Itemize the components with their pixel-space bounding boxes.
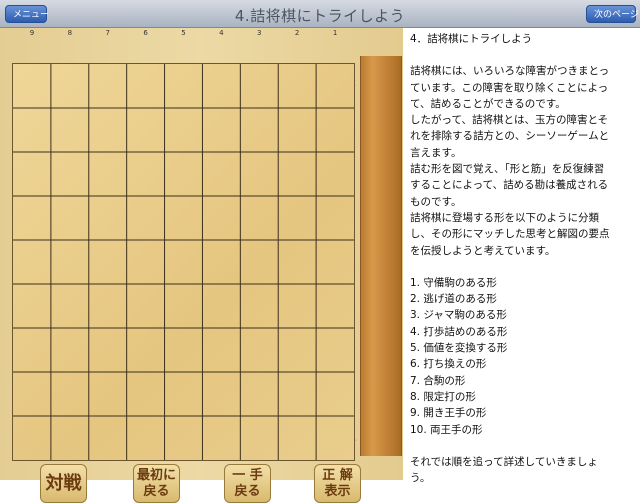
paragraph-line: し、その形にマッチした思考と解図の要点 [410,228,610,241]
file-number: 8 [67,29,73,37]
list-item: 3. ジャマ駒のある形 [410,309,507,322]
show-answer-button[interactable]: 正 解 表示 [314,464,361,503]
paragraph-line: 言えます。 [410,146,462,159]
list-item: 5. 価値を変換する形 [410,342,508,355]
shogi-board[interactable] [12,63,355,461]
lesson-heading: 4．詰将棋にトライしよう [410,33,533,45]
paragraph-line: 詰将棋には、いろいろな障害がつきまとっ [410,65,610,78]
show-answer-line2: 表示 [324,484,351,499]
next-page-button[interactable]: 次のページ [586,5,639,23]
top-bar: メニュー 4.詰将棋にトライしよう 次のページ [0,0,640,28]
taisen-button[interactable]: 対戦 [40,464,87,503]
closing-line: それでは順を追って詳述していきましょ [410,455,598,468]
file-number: 3 [257,29,262,37]
list-item: 9. 開き王手の形 [410,407,487,420]
page-title: 4.詰将棋にトライしよう [234,7,406,25]
file-number: 9 [29,29,35,37]
back-to-start-line2: 戻る [143,484,170,499]
show-answer-line1: 正 解 [322,468,353,483]
list-item: 10. 両王手の形 [410,423,483,436]
list-item: 2. 逃げ道のある形 [410,293,497,306]
undo-move-line2: 戻る [234,484,261,499]
undo-move-line1: 一 手 [232,468,263,483]
file-number: 2 [294,29,300,37]
list-item: 6. 打ち換えの形 [410,358,487,371]
paragraph-line: 詰将棋に登場する形を以下のように分類 [410,211,599,224]
paragraph-line: ものです。 [410,195,462,208]
list-item: 4. 打歩詰めのある形 [410,325,508,338]
piece-stand[interactable] [360,56,402,456]
list-item: 8. 限定打の形 [410,390,476,403]
paragraph-line: を伝授しようと考えています。 [410,244,556,257]
file-number: 1 [332,29,338,37]
list-item: 7. 合駒の形 [410,374,466,387]
back-to-start-button[interactable]: 最初に 戻る [133,464,180,503]
lesson-text: 4．詰将棋にトライしよう 詰将棋には、いろいろな障害がつきまとっ ています。この障… [410,31,636,486]
back-to-start-line1: 最初に [136,468,176,483]
file-number: 7 [105,29,110,37]
paragraph-line: て、詰めることができるのです。 [410,97,566,110]
paragraph-line: れを排除する詰方との、シーソーゲームと [410,130,610,143]
board-grid [13,64,354,460]
board-area: 987654321 一二三四五六七八九 対戦 最初に 戻る 一 手 戻る 正 解… [0,28,403,503]
paragraph-line: ています。この障害を取り除くことによっ [410,81,609,94]
paragraph-line: したがって、詰将棋とは、玉方の障害とそ [410,114,609,127]
file-number: 6 [143,29,148,37]
paragraph-line: することによって、詰める勘は養成される [410,179,609,192]
undo-move-button[interactable]: 一 手 戻る [224,464,271,503]
list-item: 1. 守備駒のある形 [410,276,497,289]
paragraph-line: 詰む形を図で覚え、「形と筋」を反復練習 [410,163,605,176]
file-number: 4 [219,29,224,37]
file-number: 5 [181,29,186,37]
closing-line: う。 [410,472,431,485]
